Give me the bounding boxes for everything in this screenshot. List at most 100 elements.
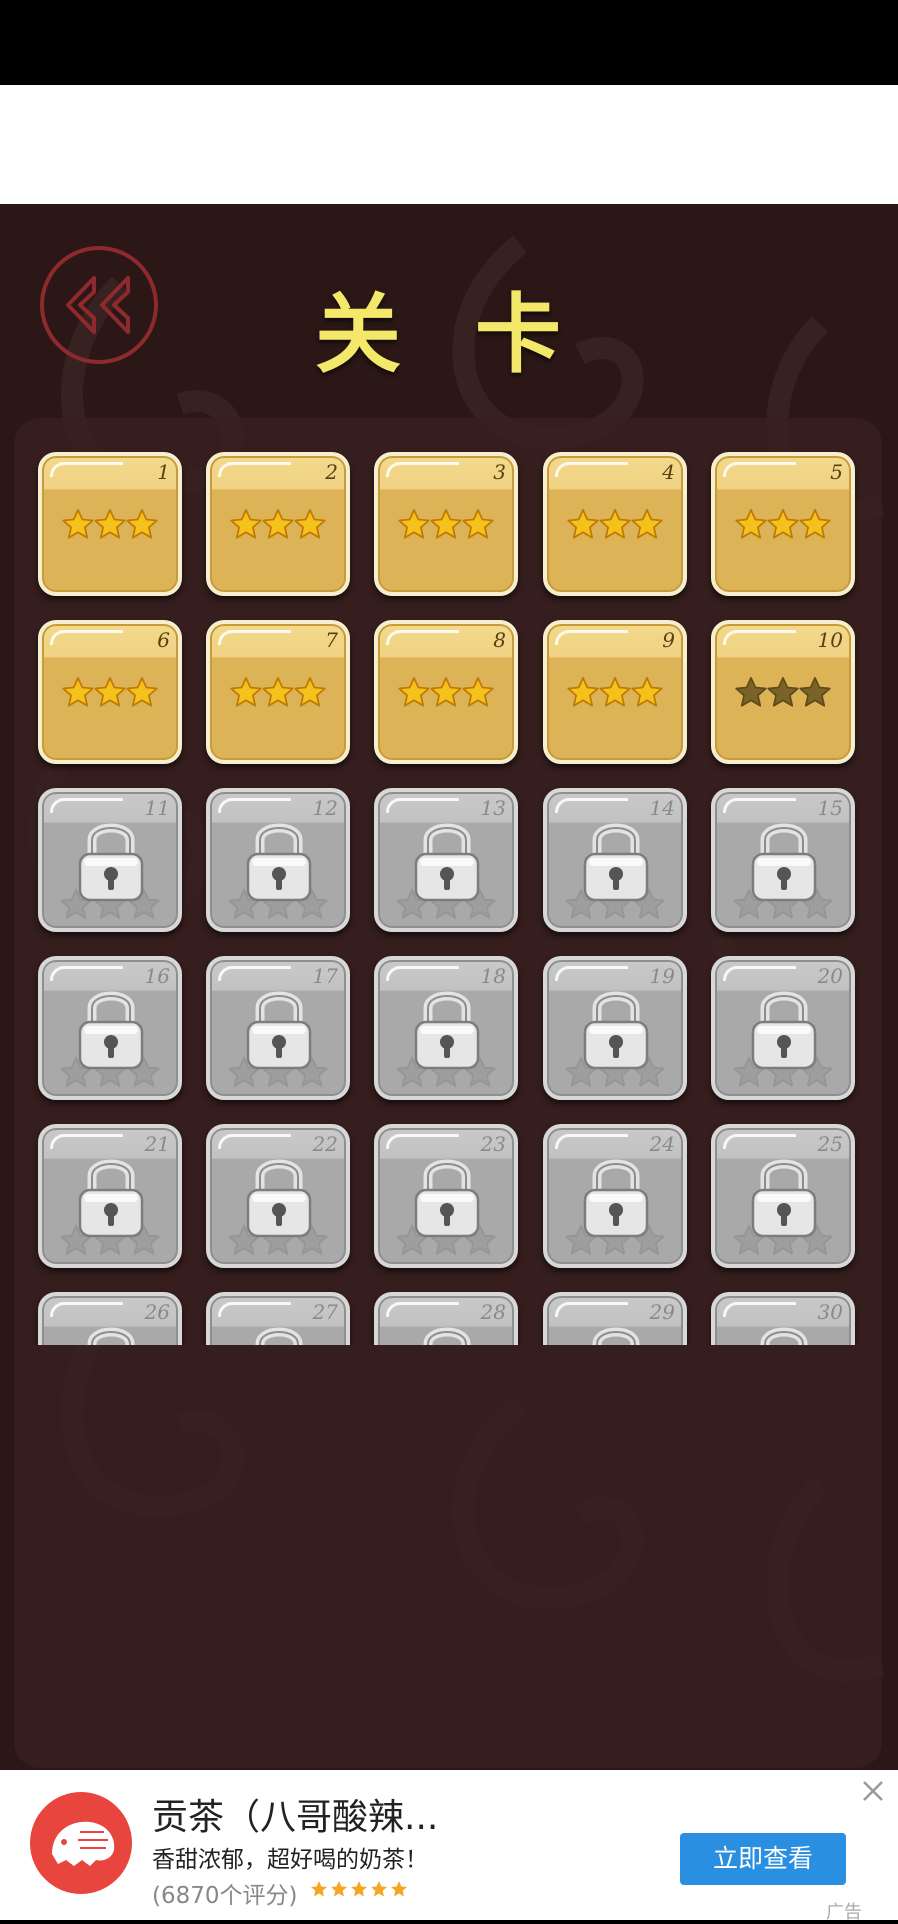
level-stars (547, 676, 683, 712)
ad-view-now-button[interactable]: 立即查看 (680, 1833, 846, 1885)
tile-gloss (386, 798, 459, 813)
level-tile-18: 18 (374, 956, 518, 1100)
level-tile-28: 28 (374, 1292, 518, 1345)
level-tile-7[interactable]: 7 (206, 620, 350, 764)
level-number: 17 (312, 964, 338, 988)
lock-icon (412, 1148, 482, 1248)
level-number: 21 (144, 1132, 170, 1156)
level-stars (547, 508, 683, 544)
level-number: 5 (830, 460, 843, 484)
lock-icon (244, 1148, 314, 1248)
level-tile-15: 15 (711, 788, 855, 932)
level-number: 6 (157, 628, 170, 652)
level-number: 27 (312, 1300, 338, 1324)
tile-gloss (723, 966, 796, 981)
tile-gloss (386, 966, 459, 981)
level-tile-11: 11 (38, 788, 182, 932)
level-number: 2 (325, 460, 338, 484)
status-bar (0, 0, 898, 85)
level-number: 14 (649, 796, 675, 820)
ad-description: 香甜浓郁，超好喝的奶茶！ (152, 1847, 428, 1873)
level-number: 23 (480, 1132, 506, 1156)
level-tile-17: 17 (206, 956, 350, 1100)
level-tile-30: 30 (711, 1292, 855, 1345)
tile-gloss (723, 1134, 796, 1149)
level-tile-16: 16 (38, 956, 182, 1100)
level-tile-10[interactable]: 10 (711, 620, 855, 764)
tile-gloss (386, 1302, 459, 1317)
lock-icon (749, 1316, 819, 1345)
tile-gloss (555, 462, 628, 477)
level-number: 3 (493, 460, 506, 484)
level-tile-5[interactable]: 5 (711, 452, 855, 596)
lock-icon (76, 980, 146, 1080)
level-stars (715, 676, 851, 712)
level-tile-4[interactable]: 4 (543, 452, 687, 596)
lock-icon (244, 812, 314, 912)
level-stars (378, 508, 514, 544)
tile-gloss (50, 966, 123, 981)
level-number: 7 (325, 628, 338, 652)
level-tile-8[interactable]: 8 (374, 620, 518, 764)
tile-gloss (723, 1302, 796, 1317)
lock-icon (244, 980, 314, 1080)
level-number: 24 (649, 1132, 675, 1156)
tile-gloss (50, 462, 123, 477)
close-icon[interactable] (860, 1778, 886, 1808)
level-number: 19 (649, 964, 675, 988)
level-stars (42, 508, 178, 544)
ad-app-logo (30, 1792, 132, 1894)
tile-gloss (218, 1302, 291, 1317)
lock-icon (581, 1316, 651, 1345)
level-number: 13 (480, 796, 506, 820)
tile-gloss (218, 798, 291, 813)
level-stars (210, 508, 346, 544)
ad-rating-stars (310, 1880, 410, 1902)
tile-gloss (555, 1302, 628, 1317)
level-number: 25 (817, 1132, 843, 1156)
level-number: 4 (662, 460, 675, 484)
level-number: 26 (144, 1300, 170, 1324)
level-number: 15 (817, 796, 843, 820)
level-number: 20 (817, 964, 843, 988)
tile-gloss (386, 630, 459, 645)
level-tile-2[interactable]: 2 (206, 452, 350, 596)
level-number: 1 (157, 460, 170, 484)
lock-icon (581, 812, 651, 912)
level-tile-13: 13 (374, 788, 518, 932)
level-number: 29 (649, 1300, 675, 1324)
level-stars (715, 508, 851, 544)
level-stars (210, 676, 346, 712)
level-number: 30 (817, 1300, 843, 1324)
level-stars (42, 676, 178, 712)
level-tile-1[interactable]: 1 (38, 452, 182, 596)
level-number: 10 (817, 628, 843, 652)
tile-gloss (50, 1302, 123, 1317)
tile-gloss (555, 1134, 628, 1149)
ad-rating-count: (6870个评分) (152, 1883, 298, 1909)
level-tile-12: 12 (206, 788, 350, 932)
tile-gloss (555, 798, 628, 813)
tile-gloss (386, 462, 459, 477)
level-number: 16 (144, 964, 170, 988)
level-tile-14: 14 (543, 788, 687, 932)
lock-icon (749, 980, 819, 1080)
tile-gloss (723, 630, 796, 645)
tile-gloss (50, 630, 123, 645)
lock-icon (412, 1316, 482, 1345)
tile-gloss (218, 966, 291, 981)
ad-banner[interactable]: 贡茶（八哥酸辣... 香甜浓郁，超好喝的奶茶！ (6870个评分) 立即查看 广… (0, 1770, 898, 1923)
level-stars (378, 676, 514, 712)
level-tile-22: 22 (206, 1124, 350, 1268)
top-blank-band (0, 85, 898, 204)
level-tile-6[interactable]: 6 (38, 620, 182, 764)
level-tile-9[interactable]: 9 (543, 620, 687, 764)
level-tile-3[interactable]: 3 (374, 452, 518, 596)
level-tile-26: 26 (38, 1292, 182, 1345)
lock-icon (412, 812, 482, 912)
level-number: 18 (480, 964, 506, 988)
tile-gloss (723, 462, 796, 477)
level-tile-27: 27 (206, 1292, 350, 1345)
level-tile-25: 25 (711, 1124, 855, 1268)
lock-icon (749, 812, 819, 912)
